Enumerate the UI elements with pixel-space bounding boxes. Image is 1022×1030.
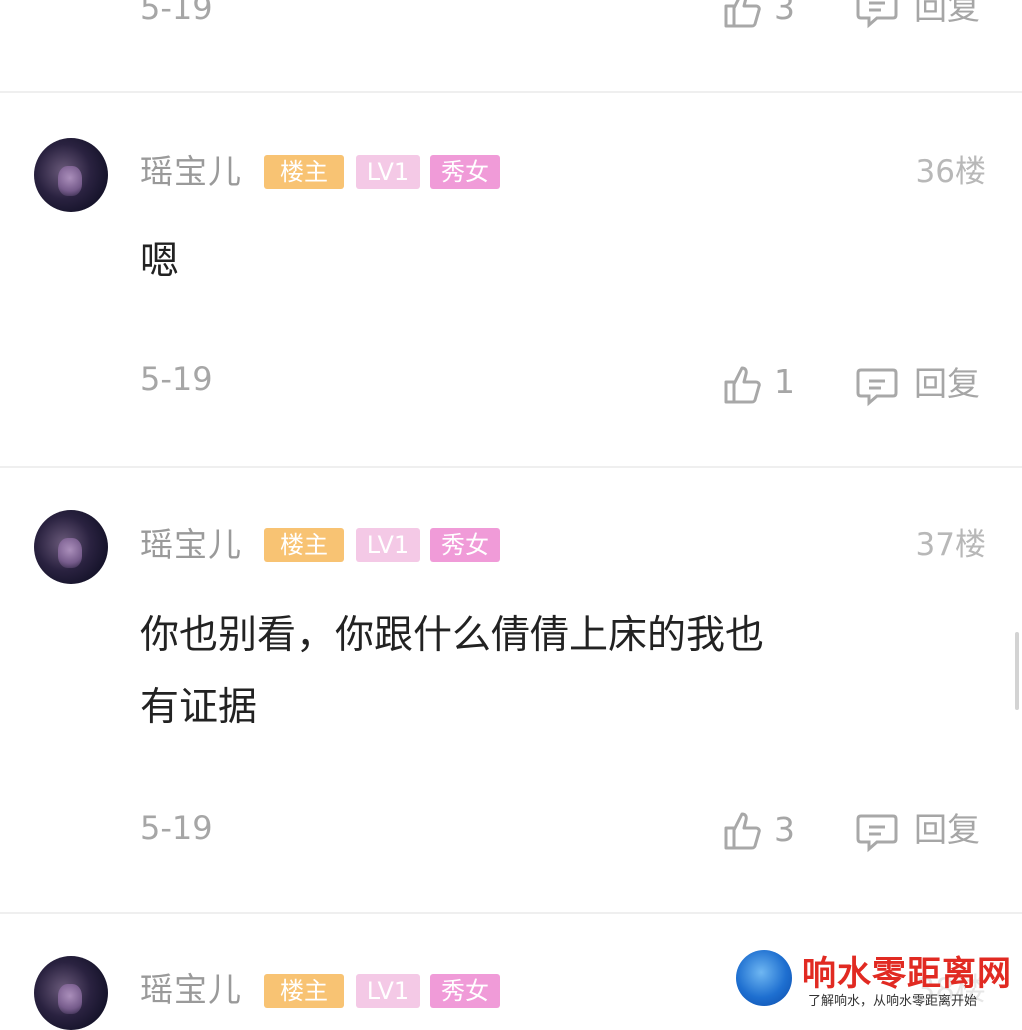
author-name[interactable]: 瑶宝儿 <box>140 152 242 192</box>
reply-button[interactable]: 回复 <box>914 364 980 404</box>
floor-number: 36楼 <box>915 154 986 190</box>
like-count: 3 <box>774 810 795 849</box>
avatar[interactable] <box>34 510 108 584</box>
reply-comment-icon[interactable] <box>855 810 899 854</box>
level-badge: LV1 <box>356 974 420 1008</box>
reply-comment-icon[interactable] <box>855 364 899 408</box>
owner-badge: 楼主 <box>264 974 344 1008</box>
owner-badge: 楼主 <box>264 528 344 562</box>
like-count: 3 <box>774 0 795 27</box>
comment-text: 嗯 <box>140 239 180 284</box>
author-name[interactable]: 瑶宝儿 <box>140 525 242 565</box>
reply-button[interactable]: 回复 <box>914 0 980 28</box>
post-partial-top: 5-19 3 回复 <box>0 0 1022 92</box>
floor-number: 37楼 <box>915 527 986 563</box>
watermark: 响水零距离网 了解响水，从响水零距离开始 <box>732 944 1022 1022</box>
watermark-title: 响水零距离网 <box>802 954 1012 994</box>
like-count: 1 <box>774 362 795 401</box>
thumbs-up-icon[interactable] <box>720 808 764 852</box>
thumbs-up-icon[interactable] <box>720 362 764 406</box>
comment-text-line-2: 有证据 <box>140 685 258 730</box>
author-name[interactable]: 瑶宝儿 <box>140 970 242 1010</box>
reply-button[interactable]: 回复 <box>914 810 980 850</box>
owner-badge: 楼主 <box>264 155 344 189</box>
post-date: 5-19 <box>140 809 213 847</box>
title-badge: 秀女 <box>430 528 500 562</box>
avatar[interactable] <box>34 956 108 1030</box>
comment-post: 瑶宝儿 楼主 LV1 秀女 36楼 嗯 5-19 1 回复 <box>0 92 1022 466</box>
scrollbar[interactable] <box>1015 632 1019 710</box>
avatar[interactable] <box>34 138 108 212</box>
title-badge: 秀女 <box>430 155 500 189</box>
watermark-logo-icon <box>736 950 792 1006</box>
reply-comment-icon[interactable] <box>855 0 899 30</box>
post-date: 5-19 <box>140 0 213 27</box>
title-badge: 秀女 <box>430 974 500 1008</box>
thumbs-up-icon[interactable] <box>720 0 764 30</box>
comment-post: 瑶宝儿 楼主 LV1 秀女 37楼 你也别看，你跟什么倩倩上床的我也 有证据 5… <box>0 468 1022 912</box>
level-badge: LV1 <box>356 528 420 562</box>
watermark-subtitle: 了解响水，从响水零距离开始 <box>808 994 978 1009</box>
level-badge: LV1 <box>356 155 420 189</box>
post-date: 5-19 <box>140 360 213 398</box>
comment-text-line-1: 你也别看，你跟什么倩倩上床的我也 <box>140 613 765 658</box>
